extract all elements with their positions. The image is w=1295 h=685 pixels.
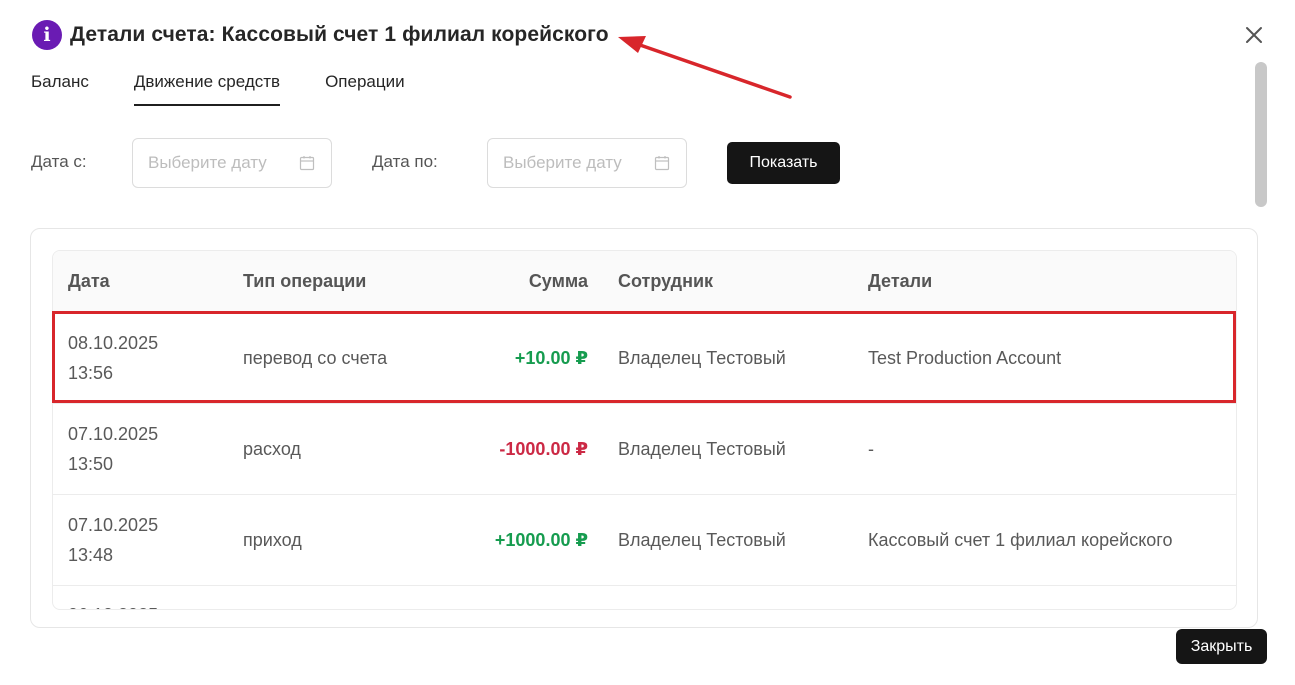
column-header-details: Детали	[853, 251, 1236, 312]
date-from-input[interactable]	[148, 153, 293, 173]
calendar-icon	[299, 156, 315, 171]
table-row[interactable]: 07.10.2025 13:48 приход +1000.00 ₽ Владел…	[53, 493, 1236, 585]
employee-cell	[603, 584, 853, 609]
date-cell: 07.10.2025 13:50	[53, 402, 228, 494]
date-cell: 06.10.2025	[53, 584, 228, 610]
employee-cell: Владелец Тестовый	[603, 493, 853, 585]
transactions-card: Дата Тип операции Сумма Сотрудник Детали…	[30, 228, 1258, 628]
tab-balance[interactable]: Баланс	[31, 72, 89, 106]
date-from-label: Дата с:	[31, 152, 87, 171]
table-row[interactable]: 07.10.2025 13:50 расход -1000.00 ₽ Владел…	[53, 402, 1236, 494]
details-cell: -	[853, 402, 1236, 494]
date-value: 07.10.2025	[68, 514, 159, 535]
details-cell: Кассовый счет 1 филиал корейского	[853, 493, 1236, 585]
type-cell: приход	[228, 493, 468, 585]
close-icon[interactable]	[1243, 24, 1265, 46]
amount-cell	[468, 584, 603, 609]
calendar-icon	[654, 156, 670, 171]
info-icon: i	[32, 20, 62, 50]
amount-cell: +1000.00 ₽	[468, 493, 603, 585]
column-header-type: Тип операции	[228, 251, 468, 312]
date-from-picker[interactable]	[132, 138, 332, 188]
type-cell: расход	[228, 402, 468, 494]
date-cell: 07.10.2025 13:48	[53, 493, 228, 585]
time-value: 13:50	[68, 453, 114, 474]
time-value: 13:48	[68, 544, 114, 565]
show-button[interactable]: Показать	[727, 142, 840, 184]
account-details-dialog: i Детали счета: Кассовый счет 1 филиал к…	[0, 0, 1295, 685]
dialog-header: i Детали счета: Кассовый счет 1 филиал к…	[32, 18, 609, 52]
tab-cash-flow[interactable]: Движение средств	[133, 72, 281, 106]
transactions-table: Дата Тип операции Сумма Сотрудник Детали…	[52, 250, 1237, 610]
date-value: 07.10.2025	[68, 423, 159, 444]
employee-cell: Владелец Тестовый	[603, 402, 853, 494]
column-header-employee: Сотрудник	[603, 251, 853, 312]
column-header-amount: Сумма	[468, 251, 603, 312]
date-to-input[interactable]	[503, 153, 648, 173]
date-to-label: Дата по:	[372, 152, 438, 171]
table-row[interactable]: 06.10.2025	[53, 584, 1236, 610]
scrollbar-thumb[interactable]	[1255, 62, 1267, 207]
dialog-title: Детали счета: Кассовый счет 1 филиал кор…	[70, 23, 609, 46]
amount-cell: -1000.00 ₽	[468, 402, 603, 494]
type-cell	[228, 584, 468, 609]
date-to-picker[interactable]	[487, 138, 687, 188]
close-button[interactable]: Закрыть	[1176, 629, 1267, 664]
column-header-date: Дата	[53, 251, 228, 312]
row-highlight-annotation	[52, 311, 1236, 403]
date-filter: Дата с: Дата по: Показать	[31, 138, 931, 188]
tabs-bar: Баланс Движение средств Операции	[31, 72, 450, 106]
tab-operations[interactable]: Операции	[325, 72, 405, 106]
date-value: 06.10.2025	[68, 600, 228, 610]
table-header-row: Дата Тип операции Сумма Сотрудник Детали	[53, 251, 1236, 312]
details-cell	[853, 584, 1236, 609]
